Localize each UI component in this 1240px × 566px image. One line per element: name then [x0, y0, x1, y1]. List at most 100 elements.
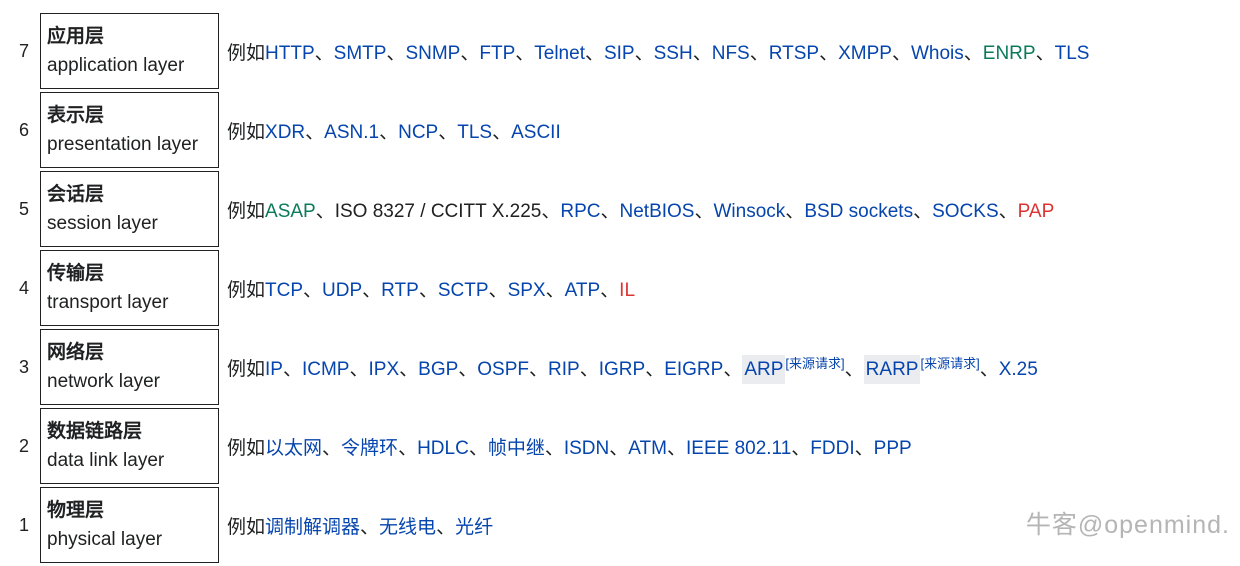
protocol-link[interactable]: IP	[265, 359, 283, 380]
protocol-link[interactable]: SIP	[604, 43, 635, 64]
protocol-link[interactable]: Telnet	[534, 43, 585, 64]
protocol-link[interactable]: TCP	[265, 280, 303, 301]
separator-text: 、	[584, 42, 604, 64]
citation-needed-link[interactable]: [来源请求]	[920, 356, 979, 371]
separator-text: 、	[844, 359, 864, 380]
protocol-link[interactable]: ENRP	[983, 43, 1036, 64]
protocol-examples: 例如TCP、UDP、RTP、SCTP、SPX、ATP、IL	[219, 250, 1089, 326]
protocol-link[interactable]: PPP	[874, 438, 912, 459]
separator-text: 、	[634, 42, 654, 64]
protocol-link[interactable]: PAP	[1018, 201, 1055, 222]
separator-text: 、	[515, 42, 535, 64]
layer-name-chinese: 数据链路层	[47, 421, 143, 442]
separator-text: 、	[666, 437, 686, 459]
protocol-link[interactable]: RTP	[381, 280, 419, 301]
layer-name-cell: 网络层 network layer	[40, 329, 219, 405]
example-prefix: 例如	[227, 121, 266, 143]
layer-name-english: application layer	[47, 55, 185, 76]
layer-name-english: network layer	[47, 371, 160, 392]
separator-text: 、	[529, 359, 549, 380]
layer-row: 4 传输层 transport layer 例如TCP、UDP、RTP、SCTP、SP…	[12, 250, 1089, 326]
protocol-link[interactable]: NCP	[398, 122, 438, 143]
protocol-link[interactable]: IPX	[369, 359, 400, 380]
protocol-link[interactable]: BSD sockets	[804, 201, 913, 222]
citation-needed-link[interactable]: [来源请求]	[785, 356, 844, 371]
layer-name-chinese: 会话层	[47, 184, 105, 205]
protocol-link[interactable]: EIGRP	[664, 359, 723, 380]
separator-text: 、	[723, 359, 743, 380]
protocol-link[interactable]: BGP	[418, 359, 458, 380]
layer-name-chinese: 表示层	[47, 105, 105, 126]
separator-text: 、	[600, 200, 620, 222]
separator-text: 、	[349, 359, 369, 380]
protocol-link[interactable]: OSPF	[477, 359, 529, 380]
layer-row: 5 会话层 session layer 例如ASAP、ISO 8327 / CCITT…	[12, 171, 1089, 247]
layer-name-cell: 会话层 session layer	[40, 171, 219, 247]
protocol-link[interactable]: 令牌环	[341, 438, 398, 459]
protocol-link[interactable]: FDDI	[810, 438, 854, 459]
protocol-link[interactable]: TLS	[1055, 43, 1090, 64]
protocol-link[interactable]: HTTP	[265, 43, 315, 64]
protocol-link[interactable]: XMPP	[838, 43, 892, 64]
protocol-link[interactable]: 帧中继	[488, 438, 545, 459]
protocol-link[interactable]: ASCII	[511, 122, 561, 143]
protocol-link[interactable]: RARP	[863, 355, 921, 384]
protocol-link[interactable]: ICMP	[302, 359, 350, 380]
separator-text: 、	[360, 516, 380, 538]
watermark: 牛客@openmind.	[1025, 511, 1230, 539]
separator-text: 、	[545, 279, 565, 301]
protocol-link[interactable]: ASAP	[265, 201, 316, 222]
layer-name-english: data link layer	[47, 450, 165, 471]
protocol-link[interactable]: ARP	[742, 355, 786, 384]
protocol-link[interactable]: SNMP	[405, 43, 460, 64]
protocol-link[interactable]: ATP	[565, 280, 601, 301]
separator-text: 、	[600, 279, 620, 301]
layer-number: 3	[18, 356, 29, 377]
protocol-link[interactable]: RTSP	[769, 43, 819, 64]
layer-table-body: 7 应用层 application layer 例如HTTP、SMTP、SNMP、FT…	[12, 13, 1089, 563]
protocol-link[interactable]: RPC	[560, 201, 600, 222]
layer-name-chinese: 物理层	[47, 500, 105, 521]
protocol-link[interactable]: TLS	[457, 122, 492, 143]
protocol-link[interactable]: SCTP	[438, 280, 489, 301]
layer-name-english: physical layer	[47, 529, 163, 550]
layer-row: 3 网络层 network layer 例如IP、ICMP、IPX、BGP、OSPF、…	[12, 329, 1089, 405]
protocol-link[interactable]: IEEE 802.11	[686, 438, 791, 459]
protocol-link[interactable]: NFS	[712, 43, 750, 64]
protocol-examples: 例如IP、ICMP、IPX、BGP、OSPF、RIP、IGRP、EIGRP、 AR…	[219, 329, 1089, 405]
protocol-link[interactable]: IGRP	[599, 359, 645, 380]
separator-text: 、	[1035, 42, 1055, 64]
protocol-link[interactable]: Whois	[911, 43, 964, 64]
protocol-link[interactable]: XDR	[265, 122, 305, 143]
protocol-link[interactable]: ATM	[628, 438, 667, 459]
protocol-link[interactable]: ISDN	[564, 438, 609, 459]
protocol-link[interactable]: FTP	[479, 43, 515, 64]
protocol-link[interactable]: 调制解调器	[265, 517, 360, 538]
protocol-link[interactable]: HDLC	[417, 438, 469, 459]
protocol-link[interactable]: SSH	[654, 43, 693, 64]
separator-text: 、	[458, 359, 478, 380]
protocol-link[interactable]: SOCKS	[932, 201, 999, 222]
layer-name-cell: 物理层 physical layer	[40, 487, 219, 563]
layer-number: 6	[18, 119, 29, 140]
protocol-link[interactable]: Winsock	[714, 201, 786, 222]
layer-name-cell: 应用层 application layer	[40, 13, 219, 89]
protocol-link[interactable]: 以太网	[265, 438, 322, 459]
separator-text: 、	[305, 121, 325, 143]
example-prefix: 例如	[227, 437, 266, 459]
separator-text: 、	[398, 437, 418, 459]
protocol-link[interactable]: X.25	[999, 359, 1038, 380]
protocol-link[interactable]: RIP	[548, 359, 580, 380]
protocol-link[interactable]: SPX	[508, 280, 546, 301]
separator-text: 、	[692, 42, 712, 64]
protocol-link[interactable]: UDP	[322, 280, 362, 301]
protocol-link[interactable]: ASN.1	[324, 122, 379, 143]
separator-text: 、	[963, 42, 983, 64]
protocol-link[interactable]: IL	[619, 280, 635, 301]
protocol-link[interactable]: SMTP	[334, 43, 387, 64]
layer-row: 1 物理层 physical layer 例如调制解调器、无线电、光纤	[12, 487, 1089, 563]
separator-text: 、	[749, 42, 769, 64]
protocol-link[interactable]: 光纤	[455, 517, 493, 538]
protocol-link[interactable]: NetBIOS	[620, 201, 695, 222]
protocol-link[interactable]: 无线电	[379, 517, 436, 538]
